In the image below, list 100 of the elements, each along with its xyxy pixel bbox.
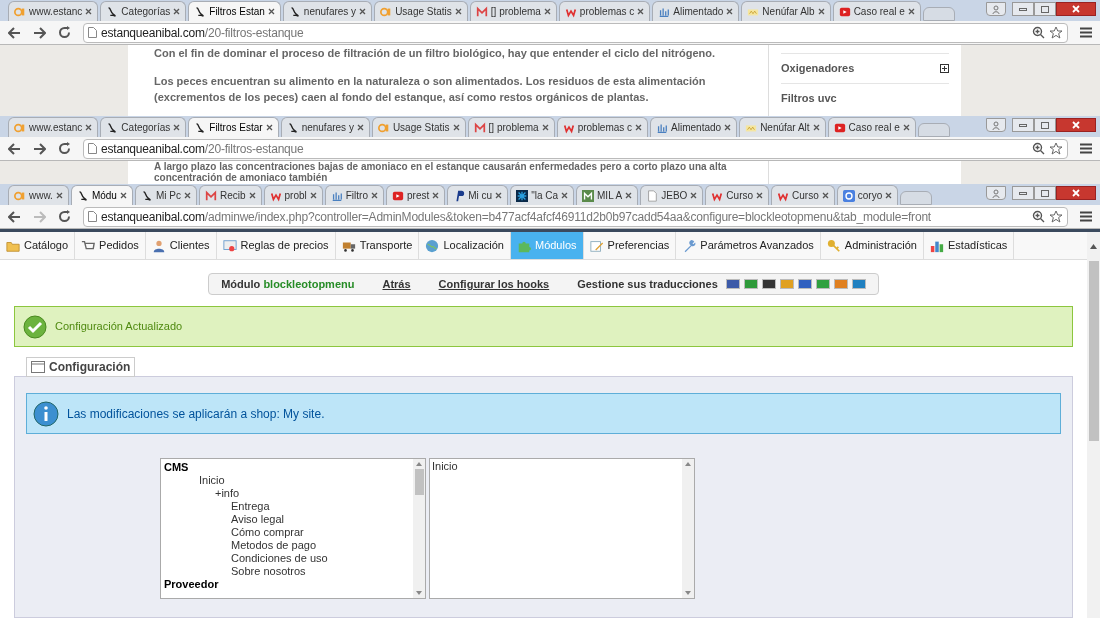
close-icon[interactable] [265,124,273,131]
close-icon[interactable] [625,192,633,199]
close-icon[interactable] [690,192,698,199]
browser-tab[interactable]: prest [386,185,446,205]
browser-tab[interactable]: "la Ca [510,185,575,205]
toolbar-link[interactable]: Configurar los hooks [438,275,550,293]
flag-icon[interactable] [797,279,812,289]
browser-tab[interactable]: Curso [771,185,835,205]
category-link[interactable]: Oxigenadores [781,60,940,77]
browser-tab[interactable]: Mi cu [447,185,509,205]
browser-tab[interactable]: Filtros Estan [188,1,281,21]
browser-tab[interactable]: www. [8,185,69,205]
browser-tab[interactable]: Usage Statis [374,1,468,21]
browser-tab[interactable]: Recib [198,185,262,205]
admin-menu-tab[interactable]: Localización [419,232,511,259]
back-icon[interactable] [8,142,21,155]
toolbar-link[interactable]: Atrás [382,275,411,293]
close-icon[interactable] [309,192,317,199]
browser-tab[interactable]: Caso real e [832,1,921,21]
admin-menu-tab[interactable]: Preferencias [583,232,677,259]
browser-tab[interactable]: problemas c [556,117,649,137]
close-icon[interactable] [812,124,820,131]
category-link[interactable]: Filtros uvc [781,90,949,107]
browser-tab[interactable]: Usage Statis [371,117,466,137]
browser-tab[interactable]: coryo [836,185,899,205]
menu-icon[interactable] [1080,211,1092,222]
close-icon[interactable] [85,8,93,15]
forward-icon[interactable] [33,142,46,155]
list-option[interactable]: Aviso legal [164,513,413,526]
close-icon[interactable] [907,8,915,15]
list-group-heading[interactable]: Proveedor [164,578,413,591]
back-icon[interactable] [8,210,21,223]
back-icon[interactable] [8,26,21,39]
reload-icon[interactable] [58,26,71,39]
browser-tab[interactable]: JEBO [640,185,704,205]
close-icon[interactable] [885,192,893,199]
flag-icon[interactable] [761,279,776,289]
browser-tab[interactable]: probl [263,185,323,205]
close-icon[interactable] [541,124,549,131]
admin-menu-tab[interactable]: Pedidos [75,232,146,259]
browser-tab[interactable]: Alimentado [650,117,738,137]
minimize-button[interactable] [1012,2,1034,16]
minimize-button[interactable] [1012,118,1034,132]
zoom-icon[interactable] [1032,210,1045,223]
close-icon[interactable] [356,124,364,131]
menu-icon[interactable] [1080,143,1092,154]
close-icon[interactable] [85,124,93,131]
scrollbar-thumb[interactable] [1088,261,1099,441]
browser-tab[interactable]: Alimentado [652,1,740,21]
close-window-button[interactable] [1056,186,1096,200]
list-group-heading[interactable]: CMS [164,461,413,474]
close-icon[interactable] [359,8,367,15]
close-icon[interactable] [637,8,645,15]
flag-icon[interactable] [725,279,740,289]
maximize-button[interactable] [1034,186,1056,200]
close-icon[interactable] [817,8,825,15]
close-icon[interactable] [495,192,503,199]
close-icon[interactable] [561,192,569,199]
menu-icon[interactable] [1080,27,1092,38]
browser-tab[interactable]: Categorías [100,1,187,21]
list-option[interactable]: Metodos de pago [164,539,413,552]
browser-tab[interactable]: Nenúfar Alb [741,1,831,21]
close-window-button[interactable] [1056,2,1096,16]
browser-tab[interactable]: problemas c [558,1,651,21]
available-items-list[interactable]: CMS Inicio +info Entrega Aviso legal Cómo comprar Metodos de pago Condiciones de uso Sobre nosotros Proveedor [160,458,426,599]
scroll-up-icon[interactable] [1090,244,1097,249]
admin-menu-tab[interactable]: Parámetros Avanzados [676,232,821,259]
close-window-button[interactable] [1056,118,1096,132]
list-option[interactable]: Cómo comprar [164,526,413,539]
maximize-button[interactable] [1034,118,1056,132]
close-icon[interactable] [902,124,910,131]
close-icon[interactable] [248,192,256,199]
close-icon[interactable] [173,8,181,15]
list-option[interactable]: Inicio [432,460,682,473]
star-icon[interactable] [1049,25,1063,40]
close-icon[interactable] [635,124,643,131]
scroll-up-icon[interactable] [685,462,691,466]
expand-icon[interactable] [940,64,949,73]
scroll-up-icon[interactable] [416,462,422,466]
close-icon[interactable] [267,8,275,15]
browser-tab[interactable]: Filtros Estar [188,117,279,137]
close-icon[interactable] [454,8,462,15]
close-icon[interactable] [726,8,734,15]
browser-tab[interactable]: [] problema [469,1,557,21]
browser-tab[interactable]: nenufares y [280,117,370,137]
maximize-button[interactable] [1034,2,1056,16]
browser-tab[interactable]: Nenúfar Alt [739,117,826,137]
close-icon[interactable] [452,124,460,131]
reload-icon[interactable] [58,142,71,155]
address-bar[interactable]: estanqueanibal.com/adminwe/index.php?controller=AdminModules&token=b477acf4afcf46911d2b0b97cadd54aa&configure=blockleotopmenu&tab_module=front [83,206,1068,227]
list-option[interactable]: Condiciones de uso [164,552,413,565]
scroll-down-icon[interactable] [416,591,422,595]
star-icon[interactable] [1049,141,1063,156]
list-option[interactable]: Sobre nosotros [164,565,413,578]
list-option[interactable]: Entrega [164,500,413,513]
admin-menu-tab[interactable]: Catálogo [0,232,76,259]
zoom-icon[interactable] [1032,142,1045,155]
browser-tab[interactable]: Filtro [324,185,384,205]
scrollbar[interactable] [682,459,694,598]
star-icon[interactable] [1049,209,1063,224]
